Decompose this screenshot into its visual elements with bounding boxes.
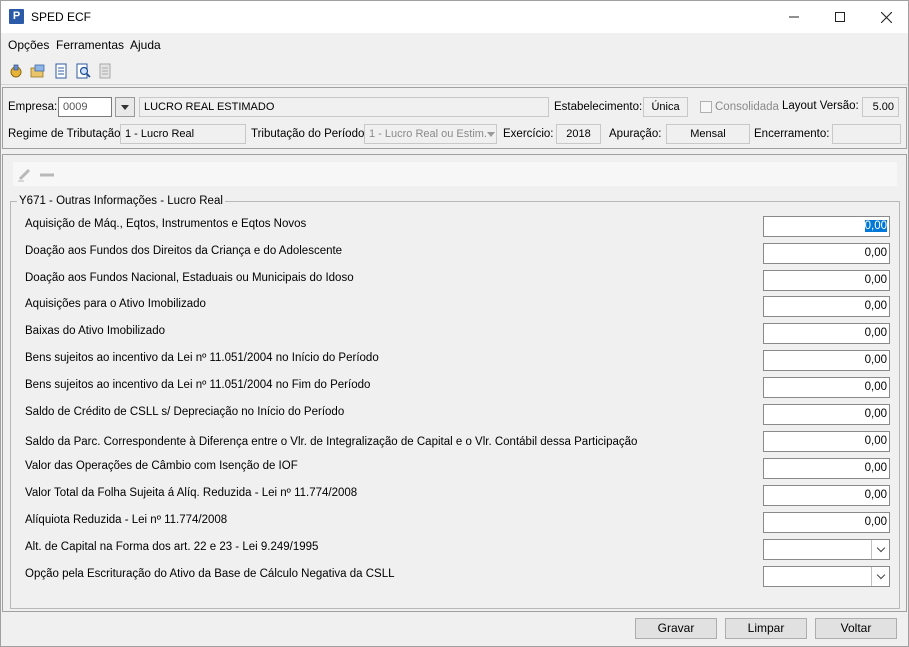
estabelecimento-field: Única <box>643 97 688 117</box>
field-label: Saldo da Parc. Correspondente à Diferenç… <box>25 436 638 448</box>
maximize-icon <box>835 12 845 22</box>
numeric-input[interactable]: 0,00 <box>763 431 890 452</box>
tributacao-dropdown-button[interactable] <box>485 125 497 143</box>
close-icon <box>880 11 892 23</box>
title-bar: P SPED ECF <box>1 1 908 33</box>
field-label: Aquisição de Máq., Eqtos, Instrumentos e… <box>25 218 307 230</box>
select-dropdown-button[interactable] <box>871 567 889 586</box>
field-label: Bens sujeitos ao incentivo da Lei nº 11.… <box>25 352 379 364</box>
numeric-input[interactable]: 0,00 <box>763 270 890 291</box>
numeric-input-value: 0,00 <box>864 327 887 339</box>
tributacao-label: Tributação do Período: <box>251 128 368 140</box>
field-label: Valor Total da Folha Sujeita á Alíq. Red… <box>25 487 358 499</box>
field-label: Doação aos Fundos dos Direitos da Crianç… <box>25 245 343 257</box>
consolidada-checkbox[interactable] <box>700 101 712 113</box>
menu-opcoes[interactable]: Opções <box>8 38 49 52</box>
consolidada-label: Consolidada <box>715 101 779 113</box>
empresa-label: Empresa: <box>8 101 58 113</box>
empresa-code-input[interactable]: 0009 <box>58 97 112 117</box>
layout-version-field: 5.00 <box>862 97 899 117</box>
numeric-input-value: 0,00 <box>864 462 887 474</box>
combo-label: Alt. de Capital na Forma dos art. 22 e 2… <box>25 541 319 553</box>
numeric-input-value: 0,00 <box>864 354 887 366</box>
exercicio-label: Exercício: <box>503 128 554 140</box>
limpar-label: Limpar <box>747 621 785 635</box>
minimize-button[interactable] <box>771 1 817 33</box>
numeric-input-value: 0,00 <box>864 489 887 501</box>
app-logo-icon: P <box>9 9 24 24</box>
header-panel: Empresa: 0009 LUCRO REAL ESTIMADO Estabe… <box>2 87 907 149</box>
minus-icon[interactable] <box>39 166 55 182</box>
select-dropdown[interactable] <box>763 539 890 560</box>
numeric-input[interactable]: 0,00 <box>763 377 890 398</box>
tributacao-select[interactable]: 1 - Lucro Real ou Estim. <box>364 124 497 144</box>
numeric-input[interactable]: 0,00 <box>763 243 890 264</box>
toolbar <box>1 59 908 85</box>
numeric-input-value: 0,00 <box>864 381 887 393</box>
field-label: Alíquiota Reduzida - Lei nº 11.774/2008 <box>25 514 228 526</box>
field-label: Saldo de Crédito de CSLL s/ Depreciação … <box>25 406 345 418</box>
document-icon[interactable] <box>53 63 69 79</box>
encerramento-label: Encerramento: <box>754 128 830 140</box>
numeric-input-value: 0,00 <box>864 300 887 312</box>
field-label: Aquisições para o Ativo Imobilizado <box>25 298 206 310</box>
chevron-down-icon <box>876 543 885 553</box>
regime-field: 1 - Lucro Real <box>120 124 246 144</box>
connect-icon[interactable] <box>8 63 24 79</box>
menu-ajuda[interactable]: Ajuda <box>130 38 161 52</box>
field-label: Bens sujeitos ao incentivo da Lei nº 11.… <box>25 379 371 391</box>
empresa-dropdown-button[interactable] <box>115 97 135 117</box>
voltar-button[interactable]: Voltar <box>815 618 897 639</box>
gravar-label: Gravar <box>657 621 695 635</box>
report-icon <box>99 63 111 79</box>
main-panel: Y671 - Outras Informações - Lucro Real A… <box>2 154 907 612</box>
numeric-input-value: 0,00 <box>864 516 887 528</box>
numeric-input[interactable]: 0,00 <box>763 296 890 317</box>
regime-label: Regime de Tributação: <box>8 128 124 140</box>
field-label: Valor das Operações de Câmbio com Isençã… <box>25 460 298 472</box>
maximize-button[interactable] <box>817 1 863 33</box>
limpar-button[interactable]: Limpar <box>725 618 807 639</box>
chevron-down-icon <box>121 104 129 110</box>
exercicio-field: 2018 <box>556 124 601 144</box>
menu-bar: Opções Ferramentas Ajuda <box>1 33 908 57</box>
search-document-icon[interactable] <box>75 63 91 79</box>
numeric-input-value: 0,00 <box>864 247 887 259</box>
gravar-button[interactable]: Gravar <box>635 618 717 639</box>
numeric-input[interactable]: 0,00 <box>763 512 890 533</box>
chevron-down-icon <box>876 570 885 580</box>
combo-label: Opção pela Escrituração do Ativo da Base… <box>25 568 395 580</box>
numeric-input[interactable]: 0,00 <box>763 458 890 479</box>
chevron-down-icon <box>487 131 495 137</box>
estabelecimento-label: Estabelecimento: <box>554 101 643 113</box>
field-label: Doação aos Fundos Nacional, Estaduais ou… <box>25 272 354 284</box>
empresa-name-field: LUCRO REAL ESTIMADO <box>139 97 549 117</box>
apuracao-label: Apuração: <box>609 128 662 140</box>
numeric-input-value: 0,00 <box>864 435 887 447</box>
numeric-input[interactable]: 0,00 <box>763 404 890 425</box>
apuracao-field: Mensal <box>666 124 750 144</box>
layout-version-label: Layout Versão: <box>782 100 859 112</box>
encerramento-field <box>832 124 901 144</box>
select-dropdown-button[interactable] <box>871 540 889 559</box>
close-button[interactable] <box>863 1 909 33</box>
select-dropdown[interactable] <box>763 566 890 587</box>
pencil-icon[interactable] <box>17 166 33 182</box>
voltar-label: Voltar <box>840 621 872 635</box>
window-title: SPED ECF <box>31 10 92 24</box>
open-folder-icon[interactable] <box>30 63 46 79</box>
groupbox-title: Y671 - Outras Informações - Lucro Real <box>17 195 225 207</box>
field-label: Baixas do Ativo Imobilizado <box>25 325 165 337</box>
numeric-input[interactable]: 0,00 <box>763 350 890 371</box>
numeric-input[interactable]: 0,00 <box>763 323 890 344</box>
numeric-input-value: 0,00 <box>864 220 887 232</box>
app-window: P SPED ECF Opções Ferramentas Ajuda Empr… <box>0 0 909 647</box>
menu-ferramentas[interactable]: Ferramentas <box>56 38 124 52</box>
numeric-input[interactable]: 0,00 <box>763 485 890 506</box>
numeric-input-value: 0,00 <box>864 274 887 286</box>
minimize-icon <box>789 16 799 18</box>
numeric-input-value: 0,00 <box>864 408 887 420</box>
numeric-input[interactable]: 0,00 <box>763 216 890 237</box>
edit-toolbar <box>13 162 897 186</box>
